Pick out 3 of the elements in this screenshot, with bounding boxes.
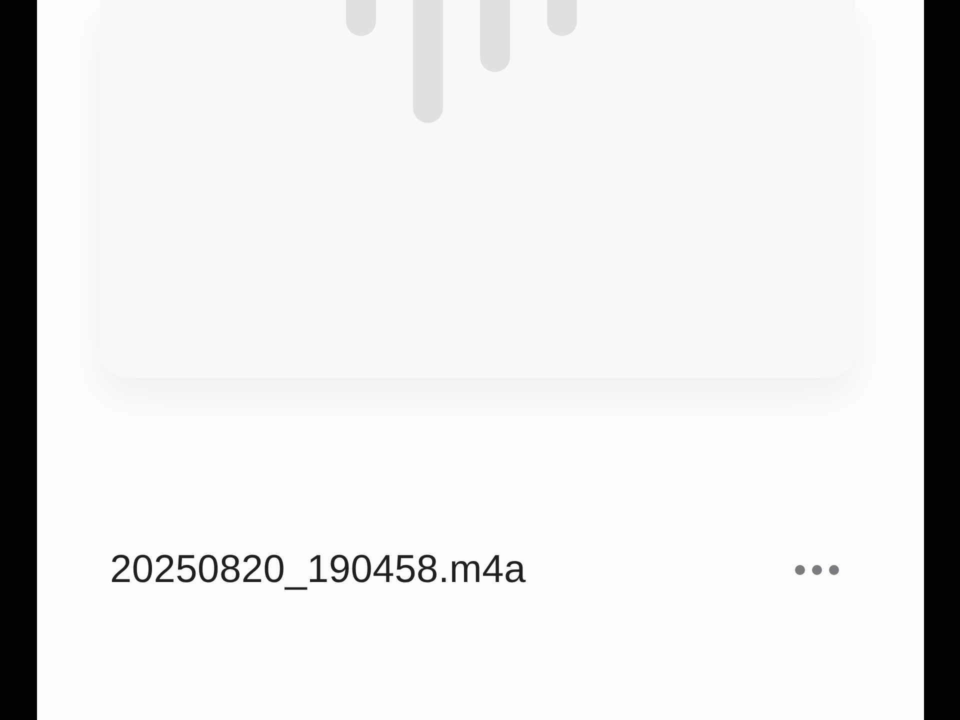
- file-name: 20250820_190458.m4a: [110, 548, 526, 592]
- more-icon: [794, 564, 840, 576]
- waveform-icon: [346, 0, 578, 124]
